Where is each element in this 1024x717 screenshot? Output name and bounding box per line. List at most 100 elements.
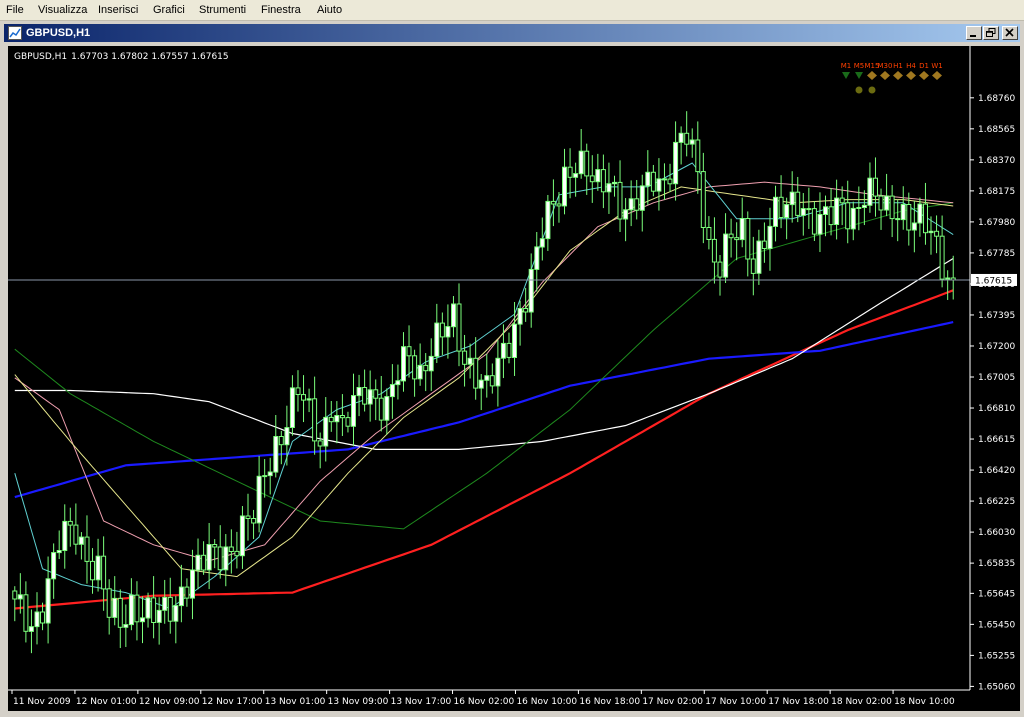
restore-button[interactable] (983, 26, 999, 40)
x-tick-label: 18 Nov 10:00 (894, 697, 955, 707)
candle-body (617, 181, 623, 220)
menu-file[interactable]: File (6, 3, 24, 17)
candle-body (251, 518, 257, 524)
candle-body (145, 597, 151, 619)
candle-body (73, 524, 79, 545)
signal-diamond-icon (867, 71, 877, 80)
candle-body (934, 230, 940, 237)
menu-strumenti[interactable]: Strumenti (199, 3, 246, 17)
timeframe-signals-indicator: M1 M5 M15M30 H1 H4 D1 W1 (841, 62, 943, 94)
menu-finestra[interactable]: Finestra (261, 3, 301, 17)
candle-body (517, 308, 523, 325)
candle-body (639, 185, 645, 211)
candle-body (773, 196, 778, 227)
candle-body (750, 258, 756, 274)
signal-label: D1 (919, 62, 929, 70)
y-tick-label: 1.65835 (978, 559, 1015, 569)
y-tick-label: 1.65450 (978, 620, 1015, 630)
candle-body (478, 379, 484, 389)
candle-body (373, 389, 379, 399)
candle-body (778, 196, 784, 219)
candle-body (451, 303, 456, 328)
x-tick-label: 12 Nov 01:00 (76, 697, 137, 707)
menu-bar: File Visualizza Inserisci Grafici Strume… (0, 0, 1024, 21)
candle-body (606, 183, 612, 193)
candle-body (439, 322, 445, 338)
window-title: GBPUSD,H1 (26, 27, 91, 39)
candle-body (734, 237, 740, 241)
y-tick-label: 1.68370 (978, 156, 1015, 166)
candle-body (312, 398, 318, 442)
y-tick-label: 1.66615 (978, 435, 1015, 445)
candle-body (878, 195, 884, 211)
x-tick-label: 11 Nov 2009 (13, 697, 71, 707)
candle-body (239, 515, 245, 557)
price-chart[interactable]: 1.68760 1.68565 1.68370 1.68175 1.67980 1.677… (8, 46, 1020, 711)
candle-body (689, 139, 695, 145)
menu-visualizza[interactable]: Visualizza (38, 3, 87, 17)
candle-body (650, 171, 656, 192)
candle-body (550, 200, 556, 205)
signal-label: M30 (878, 62, 893, 70)
candle-body (328, 416, 334, 423)
candle-body (484, 375, 490, 381)
candle-body (711, 238, 717, 263)
moving-average-line (14, 289, 954, 610)
y-tick-label: 1.65060 (978, 682, 1015, 692)
candle-body (134, 594, 140, 623)
moving-average-line (14, 181, 954, 562)
candle-body (140, 617, 145, 623)
candle-body (95, 555, 101, 581)
title-bar[interactable]: GBPUSD,H1 (4, 24, 1020, 42)
signal-diamond-icon (919, 71, 929, 80)
x-tick-label: 16 Nov 10:00 (516, 697, 577, 707)
y-tick-label: 1.66420 (978, 466, 1015, 476)
menu-aiuto[interactable]: Aiuto (317, 3, 342, 17)
candle-body (739, 218, 745, 241)
ohlc-values: 1.67703 1.67802 1.67557 1.67615 (71, 52, 228, 62)
candle-body (500, 342, 506, 359)
candle-body (756, 240, 762, 274)
signal-diamond-icon (880, 71, 890, 80)
candle-body (34, 611, 40, 628)
candle-body (101, 555, 107, 590)
candle-body (273, 436, 279, 473)
candle-body (928, 230, 934, 234)
candle-body (262, 475, 268, 478)
candle-body (195, 554, 201, 571)
candle-body (384, 396, 390, 421)
candle-body (662, 178, 667, 181)
candle-body (911, 222, 917, 231)
candle-body (845, 202, 851, 230)
close-button[interactable] (1002, 26, 1018, 40)
y-tick-label: 1.67005 (978, 373, 1015, 383)
y-tick-label: 1.67395 (978, 311, 1015, 321)
candle-body (234, 550, 240, 557)
y-tick-label: 1.65255 (978, 651, 1015, 661)
candle-body (51, 552, 57, 580)
minimize-button[interactable] (966, 26, 982, 40)
x-tick-label: 18 Nov 02:00 (831, 697, 892, 707)
signal-diamond-icon (932, 71, 942, 80)
x-tick-label: 17 Nov 02:00 (642, 697, 703, 707)
candle-body (506, 342, 512, 358)
candle-body (673, 141, 679, 185)
signal-dot-icon (868, 86, 876, 94)
y-tick-label: 1.66810 (978, 404, 1015, 414)
candle-body (123, 624, 129, 628)
candle-body (389, 384, 395, 398)
menu-grafici[interactable]: Grafici (153, 3, 185, 17)
candle-body (895, 218, 901, 221)
candle-body (595, 169, 601, 183)
signal-label: H1 (893, 62, 903, 70)
candle-body (856, 207, 862, 209)
menu-inserisci[interactable]: Inserisci (98, 3, 138, 17)
candle-body (351, 395, 356, 427)
candle-body (156, 609, 162, 623)
y-tick-label: 1.68175 (978, 187, 1015, 197)
candle-body (745, 218, 751, 260)
candle-body (190, 569, 195, 599)
candle-body (151, 597, 157, 624)
candle-body (278, 436, 284, 446)
candle-body (456, 303, 462, 352)
